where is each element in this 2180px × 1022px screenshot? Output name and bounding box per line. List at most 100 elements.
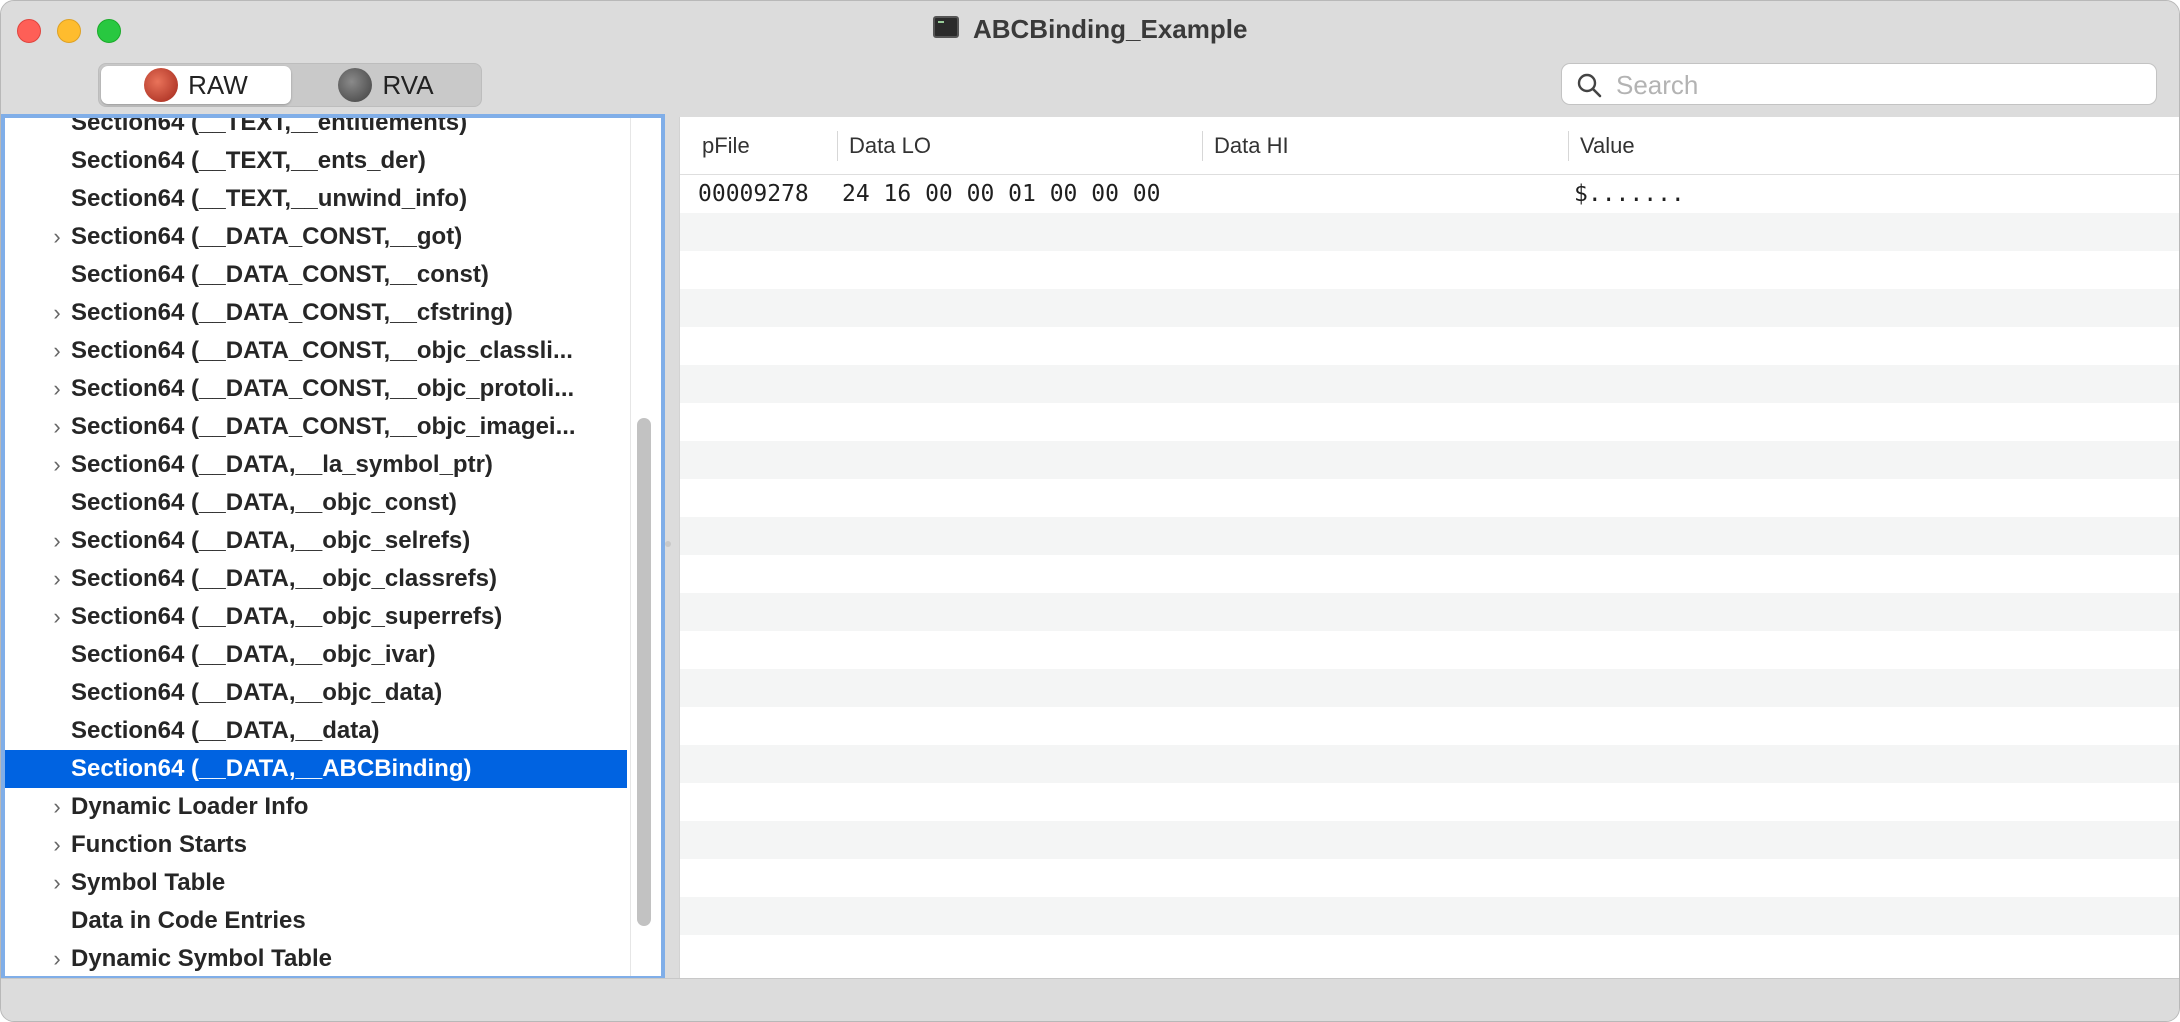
- disclosure-chevron-icon[interactable]: ›: [47, 522, 67, 560]
- search-input[interactable]: [1614, 68, 2138, 102]
- outline-item-label: Section64 (__DATA,__data): [71, 717, 380, 744]
- outline-item-label: Section64 (__DATA_CONST,__objc_imagei...: [71, 413, 576, 440]
- outline-item[interactable]: › Symbol Table: [5, 864, 627, 902]
- disclosure-chevron-icon[interactable]: ›: [47, 864, 67, 902]
- table-row-empty: [680, 517, 2179, 555]
- cell-pfile: 00009278: [698, 181, 809, 207]
- disclosure-chevron-icon[interactable]: ›: [47, 788, 67, 826]
- outline-item[interactable]: Data in Code Entries: [5, 902, 627, 940]
- table-row-empty: [680, 441, 2179, 479]
- table-row-empty: [680, 251, 2179, 289]
- outline-item[interactable]: › Section64 (__DATA,__objc_classrefs): [5, 560, 627, 598]
- disclosure-chevron-icon[interactable]: ›: [47, 294, 67, 332]
- mode-segmented-control: RAW RVA: [98, 63, 482, 107]
- outline-item[interactable]: › Section64 (__DATA,__la_symbol_ptr): [5, 446, 627, 484]
- cell-data-lo: 24 16 00 00 01 00 00 00: [842, 181, 1161, 207]
- outline-item-selected[interactable]: Section64 (__DATA,__ABCBinding): [5, 750, 627, 788]
- table-row-empty: [680, 707, 2179, 745]
- outline-item[interactable]: › Section64 (__DATA_CONST,__objc_classli.…: [5, 332, 627, 370]
- outline-scrollbar[interactable]: [637, 418, 651, 926]
- column-header-data-hi[interactable]: Data HI: [1202, 117, 1567, 174]
- outline-item[interactable]: › Dynamic Symbol Table: [5, 940, 627, 976]
- outline-item[interactable]: Section64 (__DATA,__objc_const): [5, 484, 627, 522]
- column-header-value[interactable]: Value: [1568, 117, 2168, 174]
- outline-item-label: Symbol Table: [71, 869, 226, 896]
- outline-item[interactable]: Section64 (__DATA,__data): [5, 712, 627, 750]
- table-row-empty: [680, 327, 2179, 365]
- table-row-empty: [680, 897, 2179, 935]
- outline-item-label: Section64 (__DATA,__objc_const): [71, 489, 457, 516]
- disclosure-chevron-icon[interactable]: ›: [47, 446, 67, 484]
- outline-item-label: Section64 (__DATA,__objc_classrefs): [71, 565, 497, 592]
- outline-item-label: Section64 (__DATA,__objc_superrefs): [71, 603, 503, 630]
- outline-item-label: Data in Code Entries: [71, 907, 306, 934]
- outline-item-label: Section64 (__DATA,__objc_ivar): [71, 641, 436, 668]
- outline-item-label: Section64 (__DATA,__ABCBinding): [71, 755, 472, 782]
- table-row-empty: [680, 479, 2179, 517]
- disclosure-chevron-icon[interactable]: ›: [47, 560, 67, 598]
- window-title: ABCBinding_Example: [1, 11, 2179, 47]
- table-row-empty: [680, 783, 2179, 821]
- raw-mode-label: RAW: [188, 70, 248, 100]
- disclosure-chevron-icon[interactable]: ›: [47, 332, 67, 370]
- table-row-empty: [680, 289, 2179, 327]
- disclosure-chevron-icon[interactable]: ›: [47, 598, 67, 636]
- outline-item[interactable]: › Section64 (__DATA_CONST,__objc_protoli.…: [5, 370, 627, 408]
- table-row-empty: [680, 365, 2179, 403]
- outline-item-label: Section64 (__TEXT,__ents_der): [71, 147, 426, 174]
- outline-item-label: Function Starts: [71, 831, 248, 858]
- search-field[interactable]: [1561, 63, 2157, 105]
- table-row[interactable]: 00009278 24 16 00 00 01 00 00 00 $.......: [680, 175, 2179, 213]
- rva-mode-icon: [338, 68, 373, 103]
- outline-item[interactable]: › Dynamic Loader Info: [5, 788, 627, 826]
- table-row-empty: [680, 669, 2179, 707]
- table-row-empty: [680, 593, 2179, 631]
- outline-item-label: Section64 (__DATA,__objc_data): [71, 679, 443, 706]
- outline-item[interactable]: › Section64 (__DATA,__objc_superrefs): [5, 598, 627, 636]
- outline-item-label: Section64 (__DATA,__objc_selrefs): [71, 527, 471, 554]
- column-header-data-lo[interactable]: Data LO: [837, 117, 1202, 174]
- title-bar: ABCBinding_Example RAW RVA: [1, 1, 2179, 117]
- table-row-empty: [680, 631, 2179, 669]
- table-row-empty: [680, 859, 2179, 897]
- disclosure-chevron-icon[interactable]: ›: [47, 940, 67, 976]
- outline-item[interactable]: › Section64 (__DATA_CONST,__got): [5, 218, 627, 256]
- outline-item[interactable]: Section64 (__DATA_CONST,__const): [5, 256, 627, 294]
- outline-item-label: Dynamic Loader Info: [71, 793, 309, 820]
- rva-mode-label: RVA: [382, 70, 434, 100]
- outline-item[interactable]: Section64 (__TEXT,__unwind_info): [5, 180, 627, 218]
- outline-item[interactable]: Section64 (__DATA,__objc_data): [5, 674, 627, 712]
- table-row-empty: [680, 821, 2179, 859]
- outline-item-label: Section64 (__DATA_CONST,__cfstring): [71, 299, 513, 326]
- outline-item-label: Section64 (__DATA_CONST,__const): [71, 261, 489, 288]
- outline-item-label: Section64 (__TEXT,__unwind_info): [71, 185, 468, 212]
- disclosure-chevron-icon[interactable]: ›: [47, 826, 67, 864]
- disclosure-chevron-icon[interactable]: ›: [47, 408, 67, 446]
- outline-item-label: Section64 (__DATA_CONST,__objc_protoli..…: [71, 375, 575, 402]
- window-title-text: ABCBinding_Example: [972, 14, 1248, 44]
- outline-item[interactable]: › Section64 (__DATA,__objc_selrefs): [5, 522, 627, 560]
- outline-item[interactable]: › Section64 (__DATA_CONST,__cfstring): [5, 294, 627, 332]
- outline-item[interactable]: Section64 (__DATA,__objc_ivar): [5, 636, 627, 674]
- table-row-empty: [680, 555, 2179, 593]
- disclosure-chevron-icon[interactable]: ›: [47, 218, 67, 256]
- disclosure-chevron-icon[interactable]: ›: [47, 370, 67, 408]
- status-bar: [1, 978, 2179, 1021]
- outline-item[interactable]: › Function Starts: [5, 826, 627, 864]
- table-row-empty: [680, 935, 2179, 973]
- table-row-empty: [680, 745, 2179, 783]
- outline-scroll-track: [630, 118, 631, 976]
- table-row-empty: [680, 213, 2179, 251]
- data-table: pFile Data LO Data HI Value 00009278 24 1…: [679, 117, 2179, 978]
- rva-mode-button[interactable]: RVA: [291, 66, 481, 104]
- outline-item[interactable]: Section64 (__TEXT,__entitlements): [5, 118, 627, 142]
- table-row-empty: [680, 403, 2179, 441]
- outline-item[interactable]: › Section64 (__DATA_CONST,__objc_imagei..…: [5, 408, 627, 446]
- app-window: ABCBinding_Example RAW RVA Section64 (__…: [0, 0, 2180, 1022]
- outline-item[interactable]: Section64 (__TEXT,__ents_der): [5, 142, 627, 180]
- table-body: 00009278 24 16 00 00 01 00 00 00 $.......: [680, 175, 2179, 973]
- column-header-pfile[interactable]: pFile: [690, 117, 832, 174]
- outline-item-label: Section64 (__DATA_CONST,__got): [71, 223, 463, 250]
- raw-mode-button[interactable]: RAW: [101, 66, 291, 104]
- split-view-divider[interactable]: [665, 541, 671, 547]
